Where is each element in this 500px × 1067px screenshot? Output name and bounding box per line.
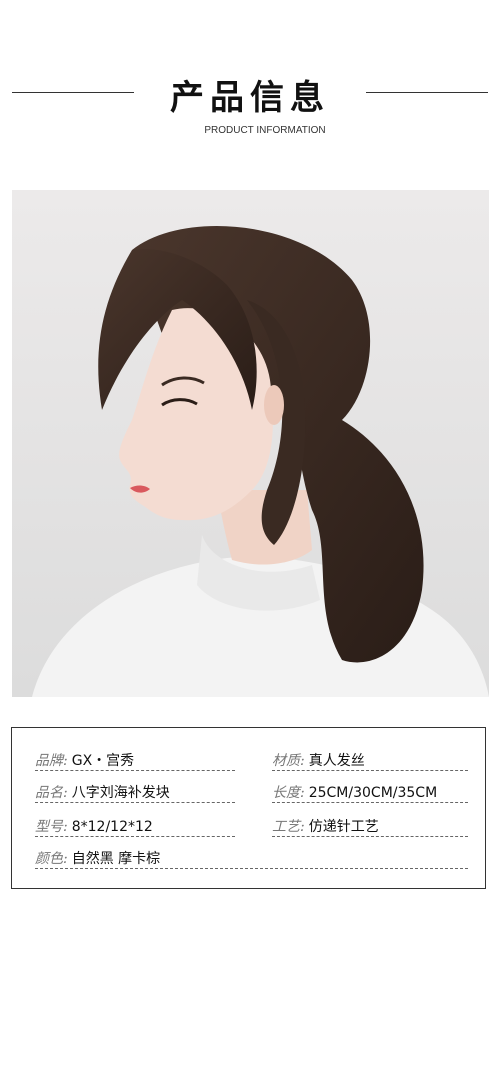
material-value: 真人发丝 bbox=[308, 753, 365, 769]
model-value: 8*12/12*12 bbox=[71, 819, 153, 835]
page-title: 产品信息 bbox=[170, 78, 330, 118]
brand-label: 品牌: bbox=[35, 753, 68, 769]
craft-label: 工艺: bbox=[272, 819, 305, 835]
info-row-craft: 工艺: 仿递针工艺 bbox=[272, 816, 468, 837]
title-rule-right bbox=[366, 92, 488, 93]
info-row-length: 长度: 25CM/30CM/35CM bbox=[272, 782, 468, 803]
product-info-table: 品牌: GX・宫秀 材质: 真人发丝 品名: 八字刘海补发块 长度: 25CM/30CM… bbox=[11, 727, 486, 889]
craft-value: 仿递针工艺 bbox=[308, 819, 379, 835]
page-subtitle: PRODUCT INFORMATION bbox=[204, 125, 326, 136]
model-illustration bbox=[12, 190, 489, 697]
brand-value: GX・宫秀 bbox=[71, 753, 135, 769]
product-photo bbox=[12, 190, 489, 697]
info-row-product-name: 品名: 八字刘海补发块 bbox=[35, 782, 235, 803]
product-name-value: 八字刘海补发块 bbox=[71, 785, 170, 801]
length-label: 长度: bbox=[272, 785, 305, 801]
product-name-label: 品名: bbox=[35, 785, 68, 801]
color-value: 自然黑 摩卡棕 bbox=[71, 851, 161, 867]
info-row-material: 材质: 真人发丝 bbox=[272, 750, 468, 771]
length-value: 25CM/30CM/35CM bbox=[308, 785, 438, 801]
info-row-model: 型号: 8*12/12*12 bbox=[35, 816, 235, 837]
material-label: 材质: bbox=[272, 753, 305, 769]
header: 产品信息 PRODUCT INFORMATION bbox=[0, 0, 500, 160]
info-row-color: 颜色: 自然黑 摩卡棕 bbox=[35, 848, 468, 869]
model-label: 型号: bbox=[35, 819, 68, 835]
color-label: 颜色: bbox=[35, 851, 68, 867]
info-row-brand: 品牌: GX・宫秀 bbox=[35, 750, 235, 771]
